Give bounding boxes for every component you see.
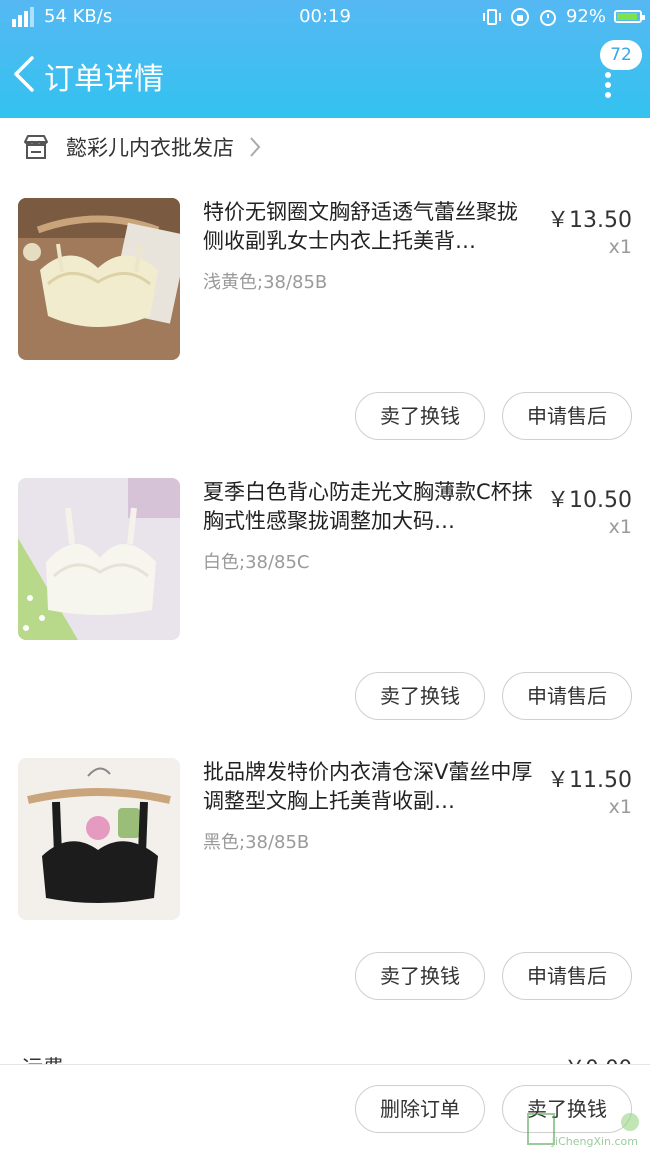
after-sales-button[interactable]: 申请售后 <box>502 672 632 720</box>
after-sales-button[interactable]: 申请售后 <box>502 392 632 440</box>
delete-order-button[interactable]: 删除订单 <box>355 1085 485 1133</box>
product-spec: 白色;38/85C <box>203 552 310 573</box>
back-arrow-icon[interactable] <box>10 54 40 94</box>
battery-percent: 92% <box>565 6 606 27</box>
watermark-logo: JiChengXin.com <box>526 1110 646 1150</box>
watermark-text: JiChengXin.com <box>551 1135 638 1148</box>
vibrate-icon <box>482 8 501 25</box>
product-price: ￥11.50 <box>547 768 632 793</box>
store-icon <box>24 135 48 159</box>
product-name[interactable]: 特价无钢圈文胸舒适透气蕾丝聚拢侧收副乳女士内衣上托美背… <box>203 198 533 256</box>
product-image[interactable] <box>18 478 180 640</box>
title-bar: 订单详情 72 <box>0 38 650 114</box>
product-price: ￥10.50 <box>547 488 632 513</box>
bottom-action-bar: 删除订单 卖了换钱 JiChengXin.com <box>0 1064 650 1156</box>
app-header: 54 KB/s 00:19 92% 订单详情 72 <box>0 0 650 118</box>
sell-button[interactable]: 卖了换钱 <box>355 672 485 720</box>
product-name[interactable]: 批品牌发特价内衣清仓深V蕾丝中厚调整型文胸上托美背收副… <box>203 758 533 816</box>
more-menu-icon[interactable] <box>602 72 614 98</box>
product-image[interactable] <box>18 198 180 360</box>
shop-name: 懿彩儿内衣批发店 <box>66 136 234 160</box>
product-quantity: x1 <box>608 516 632 538</box>
product-spec: 浅黄色;38/85B <box>203 272 328 293</box>
product-quantity: x1 <box>608 796 632 818</box>
order-item: 夏季白色背心防走光文胸薄款C杯抹胸式性感聚拢调整加大码… 白色;38/85C ￥… <box>0 478 650 758</box>
product-name[interactable]: 夏季白色背心防走光文胸薄款C杯抹胸式性感聚拢调整加大码… <box>203 478 533 536</box>
product-image[interactable] <box>18 758 180 920</box>
after-sales-button[interactable]: 申请售后 <box>502 952 632 1000</box>
alarm-icon <box>539 9 556 26</box>
status-bar: 54 KB/s 00:19 92% <box>0 0 650 34</box>
order-item: 特价无钢圈文胸舒适透气蕾丝聚拢侧收副乳女士内衣上托美背… 浅黄色;38/85B … <box>0 198 650 478</box>
sell-button[interactable]: 卖了换钱 <box>355 392 485 440</box>
product-price: ￥13.50 <box>547 208 632 233</box>
sell-button[interactable]: 卖了换钱 <box>355 952 485 1000</box>
page-title: 订单详情 <box>44 62 164 97</box>
chevron-right-icon <box>250 137 261 157</box>
product-spec: 黑色;38/85B <box>203 832 310 853</box>
battery-icon <box>614 10 645 23</box>
order-item: 批品牌发特价内衣清仓深V蕾丝中厚调整型文胸上托美背收副… 黑色;38/85B ￥… <box>0 758 650 1038</box>
lock-rotation-icon <box>510 7 529 26</box>
product-quantity: x1 <box>608 236 632 258</box>
shop-row[interactable]: 懿彩儿内衣批发店 <box>0 118 650 176</box>
message-count-badge[interactable]: 72 <box>600 40 642 70</box>
